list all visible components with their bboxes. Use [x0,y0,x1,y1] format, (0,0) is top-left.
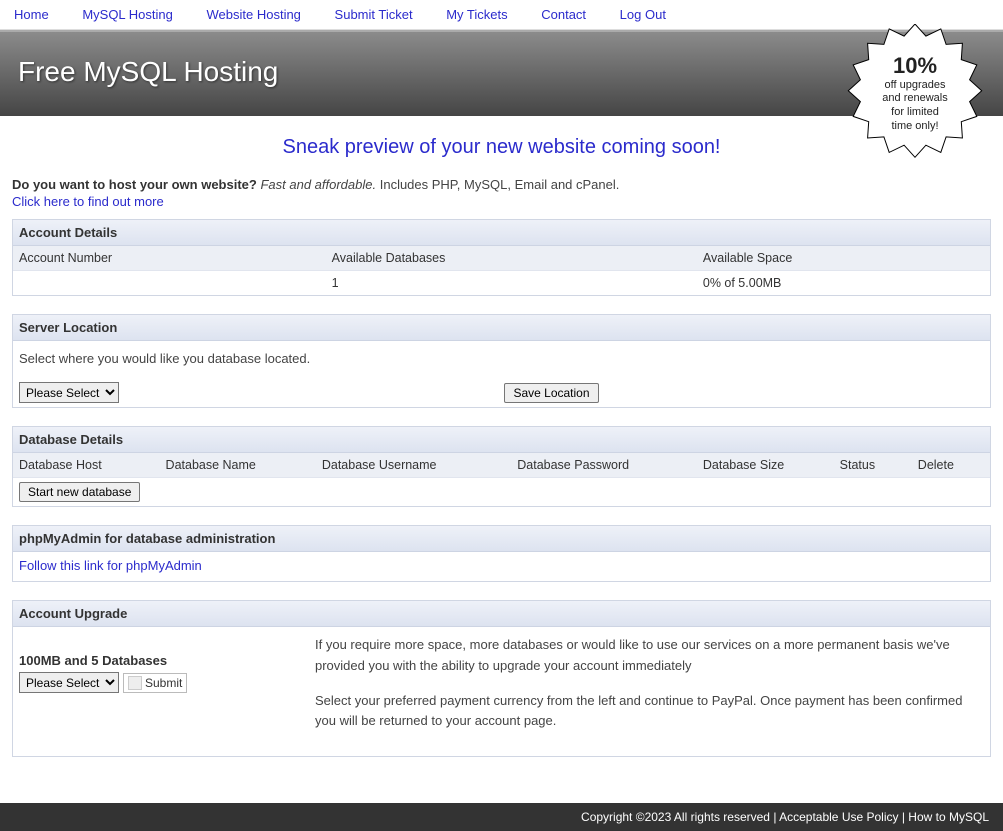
promo-line1: off upgrades [885,79,946,93]
promo-percentage: 10% [893,54,937,78]
col-db-name: Database Name [160,453,316,478]
col-available-space: Available Space [697,246,990,271]
phpmyadmin-panel: phpMyAdmin for database administration F… [12,525,991,582]
col-available-databases: Available Databases [326,246,697,271]
footer-aup-link[interactable]: Acceptable Use Policy [779,810,898,824]
upgrade-desc-1: If you require more space, more database… [315,635,984,677]
phpmyadmin-link[interactable]: Follow this link for phpMyAdmin [19,558,202,573]
promo-line3: for limited [891,106,939,120]
col-db-size: Database Size [697,453,834,478]
col-db-host: Database Host [13,453,160,478]
page-header: Free MySQL Hosting 10% off upgrades and … [0,30,1003,116]
account-details-panel: Account Details Account Number Available… [12,219,991,296]
col-db-username: Database Username [316,453,511,478]
server-location-title: Server Location [13,315,990,341]
upgrade-currency-select[interactable]: Please Select [19,672,119,693]
page-title: Free MySQL Hosting [18,56,985,88]
start-new-database-button[interactable]: Start new database [19,482,140,502]
nav-home[interactable]: Home [14,7,49,22]
nav-logout[interactable]: Log Out [620,7,666,22]
phpmyadmin-title: phpMyAdmin for database administration [13,526,990,552]
promo-line4: time only! [891,120,938,134]
col-db-status: Status [834,453,912,478]
nav-contact[interactable]: Contact [541,7,586,22]
col-account-number: Account Number [13,246,326,271]
nav-submit-ticket[interactable]: Submit Ticket [335,7,413,22]
save-location-button[interactable]: Save Location [504,383,598,403]
server-location-panel: Server Location Select where you would l… [12,314,991,408]
cell-account-number [13,271,326,296]
account-upgrade-title: Account Upgrade [13,601,990,627]
server-location-desc: Select where you would like you database… [19,351,984,366]
host-own-text: Do you want to host your own website? Fa… [12,177,991,192]
page-footer: Copyright ©2023 All rights reserved | Ac… [0,803,1003,831]
table-row: 1 0% of 5.00MB [13,271,990,296]
cell-available-databases: 1 [326,271,697,296]
account-upgrade-panel: Account Upgrade 100MB and 5 Databases Pl… [12,600,991,757]
upgrade-plan-label: 100MB and 5 Databases [19,653,299,668]
col-db-delete: Delete [912,453,990,478]
account-details-title: Account Details [13,220,990,246]
database-details-panel: Database Details Database Host Database … [12,426,991,507]
nav-website-hosting[interactable]: Website Hosting [207,7,301,22]
nav-my-tickets[interactable]: My Tickets [446,7,507,22]
host-own-link[interactable]: Click here to find out more [12,194,164,209]
cell-available-space: 0% of 5.00MB [697,271,990,296]
nav-mysql-hosting[interactable]: MySQL Hosting [82,7,173,22]
footer-how-link[interactable]: How to MySQL [908,810,989,824]
upgrade-submit-button[interactable]: Submit [123,673,187,693]
promo-line2: and renewals [882,92,947,106]
promo-starburst: 10% off upgrades and renewals for limite… [845,24,985,164]
footer-copyright: Copyright ©2023 All rights reserved [581,810,770,824]
upgrade-desc-2: Select your preferred payment currency f… [315,691,984,733]
server-location-select[interactable]: Please Select [19,382,119,403]
database-details-title: Database Details [13,427,990,453]
col-db-password: Database Password [511,453,697,478]
